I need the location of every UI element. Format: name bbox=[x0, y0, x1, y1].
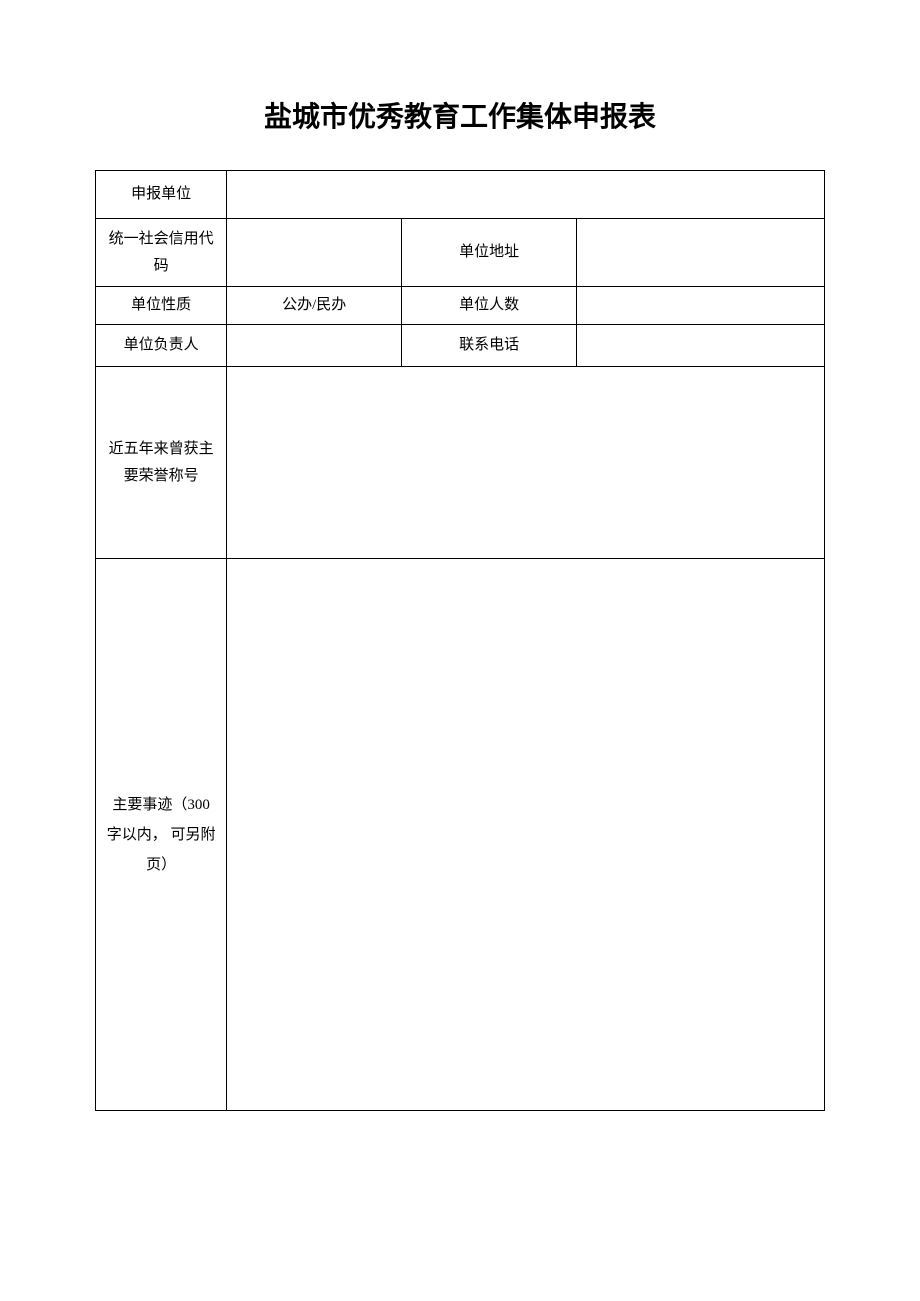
table-row: 主要事迹（300 字以内， 可另附页） bbox=[96, 559, 825, 1111]
label-unit-count: 单位人数 bbox=[402, 287, 577, 325]
table-row: 统一社会信用代码 单位地址 bbox=[96, 219, 825, 287]
value-unit-nature[interactable]: 公办/民办 bbox=[227, 287, 402, 325]
value-unit-count[interactable] bbox=[577, 287, 825, 325]
value-credit-code[interactable] bbox=[227, 219, 402, 287]
value-honors[interactable] bbox=[227, 367, 825, 559]
value-main-deeds[interactable] bbox=[227, 559, 825, 1111]
label-unit-head: 单位负责人 bbox=[96, 325, 227, 367]
application-form-table: 申报单位 统一社会信用代码 单位地址 单位性质 公办/民办 单位人数 单位负责人… bbox=[95, 170, 825, 1111]
value-unit-address[interactable] bbox=[577, 219, 825, 287]
label-contact-phone: 联系电话 bbox=[402, 325, 577, 367]
value-unit-head[interactable] bbox=[227, 325, 402, 367]
table-row: 单位性质 公办/民办 单位人数 bbox=[96, 287, 825, 325]
label-unit-nature: 单位性质 bbox=[96, 287, 227, 325]
label-unit-address: 单位地址 bbox=[402, 219, 577, 287]
value-contact-phone[interactable] bbox=[577, 325, 825, 367]
label-honors: 近五年来曾获主要荣誉称号 bbox=[96, 367, 227, 559]
table-row: 申报单位 bbox=[96, 171, 825, 219]
table-row: 单位负责人 联系电话 bbox=[96, 325, 825, 367]
label-applying-unit: 申报单位 bbox=[96, 171, 227, 219]
label-credit-code: 统一社会信用代码 bbox=[96, 219, 227, 287]
value-applying-unit[interactable] bbox=[227, 171, 825, 219]
document-title: 盐城市优秀教育工作集体申报表 bbox=[95, 95, 825, 135]
table-row: 近五年来曾获主要荣誉称号 bbox=[96, 367, 825, 559]
label-main-deeds: 主要事迹（300 字以内， 可另附页） bbox=[96, 559, 227, 1111]
